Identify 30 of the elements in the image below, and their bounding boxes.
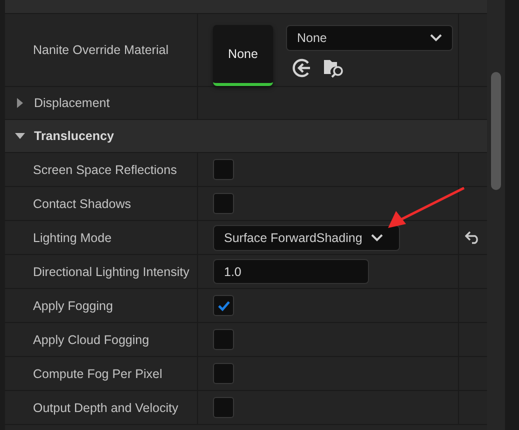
checkbox[interactable]: [213, 363, 234, 384]
property-label: Output Depth and Velocity: [32, 400, 180, 414]
check-icon: [216, 300, 230, 312]
chevron-down-icon: [370, 232, 384, 242]
reset-icon[interactable]: [465, 231, 481, 244]
property-label: Directional Lighting Intensity: [32, 264, 190, 278]
scrollbar-thumb[interactable]: [491, 72, 501, 190]
lighting-mode-dropdown[interactable]: Surface ForwardShading: [213, 224, 400, 250]
property-label: Apply Cloud Fogging: [32, 332, 150, 346]
checkbox[interactable]: [213, 295, 234, 316]
property-label: Apply Fogging: [32, 298, 114, 312]
property-label: Screen Space Reflections: [32, 162, 178, 176]
asset-dropdown[interactable]: None: [286, 24, 453, 50]
section-header[interactable]: Displacement: [34, 96, 110, 110]
checkbox[interactable]: [213, 193, 234, 214]
chevron-down-icon: [429, 32, 443, 42]
collapsed-arrow-icon[interactable]: [15, 98, 25, 108]
checkbox[interactable]: [213, 159, 234, 180]
expanded-arrow-icon[interactable]: [15, 131, 25, 141]
checkbox[interactable]: [213, 329, 234, 350]
material-thumbnail[interactable]: None: [213, 24, 273, 86]
property-label: Compute Fog Per Pixel: [32, 366, 164, 380]
number-field[interactable]: 1.0: [213, 259, 369, 284]
section-header[interactable]: Translucency: [34, 129, 114, 143]
checkbox[interactable]: [213, 397, 234, 418]
back-arrow-icon[interactable]: [292, 58, 312, 78]
property-label: Contact Shadows: [32, 196, 132, 210]
property-label: Lighting Mode: [32, 230, 113, 244]
property-label: Nanite Override Material: [32, 43, 170, 57]
folder-search-icon[interactable]: [324, 58, 345, 78]
